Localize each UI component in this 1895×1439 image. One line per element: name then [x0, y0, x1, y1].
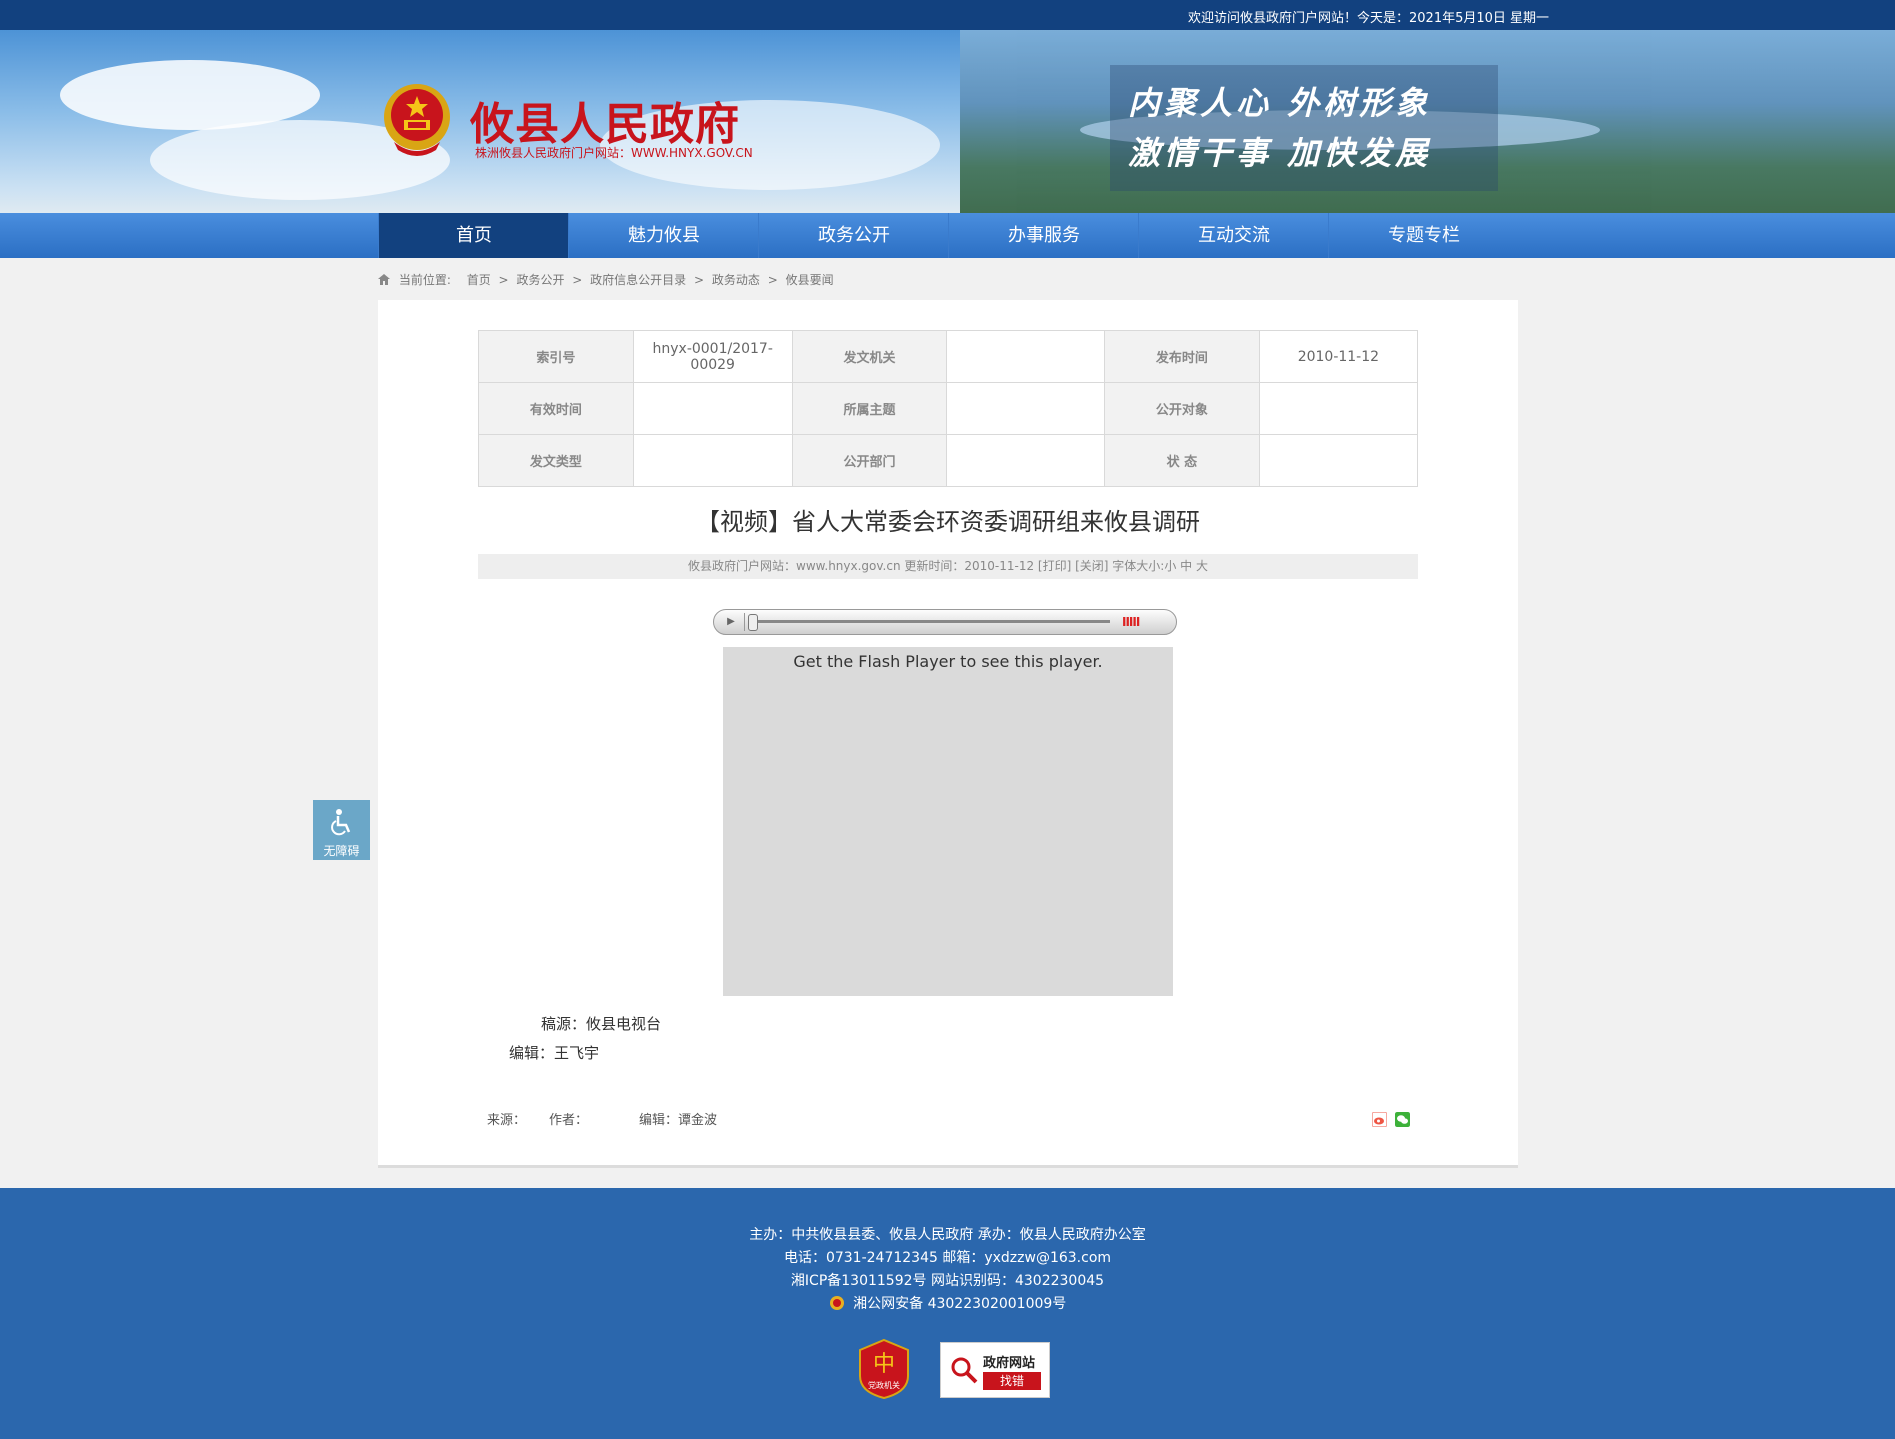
badge1-text: 党政机关 [868, 1380, 900, 1390]
footer-source: 来源： [487, 1113, 527, 1128]
meta-key: 状 态 [1103, 434, 1260, 487]
meta-key: 公开对象 [1103, 382, 1260, 435]
site-subtitle: 株洲攸县人民政府门户网站：WWW.HNYX.GOV.CN [475, 146, 753, 160]
meta-key: 索引号 [478, 330, 634, 383]
meta-key: 有效时间 [478, 382, 634, 435]
site-title: 攸县人民政府 [470, 99, 740, 150]
breadcrumb-county-news[interactable]: 攸县要闻 [786, 273, 834, 287]
table-row: 有效时间 所属主题 公开对象 [478, 382, 1419, 435]
badge2-line2: 找错 [983, 1372, 1041, 1390]
footer-police-record[interactable]: 湘公网安备 43022302001009号 [0, 1293, 1895, 1313]
footer-author: 作者： [549, 1113, 589, 1128]
nav-item-services[interactable]: 办事服务 [948, 213, 1139, 258]
table-row: 发文类型 公开部门 状 态 [478, 434, 1419, 487]
police-badge-icon [829, 1296, 844, 1310]
nav-item-home[interactable]: 首页 [378, 213, 569, 258]
seek-handle[interactable] [748, 614, 758, 631]
breadcrumb-news[interactable]: 政务动态 [712, 273, 760, 287]
meta-key: 公开部门 [791, 434, 948, 487]
nav-item-special[interactable]: 专题专栏 [1328, 213, 1519, 258]
breadcrumb-gov-affairs[interactable]: 政务公开 [516, 273, 564, 287]
article-panel: 索引号 hnyx-0001/2017-00029 发文机关 发布时间 2010-… [378, 300, 1518, 1168]
meta-value: hnyx-0001/2017-00029 [632, 330, 793, 383]
article-title: 【视频】省人大常委会环资委调研组来攸县调研 [696, 508, 1200, 536]
footer-contact: 电话：0731-24712345 邮箱：yxdzzw@163.com [783, 1250, 1112, 1266]
footer-sponsor: 主办：中共攸县县委、攸县人民政府 承办：攸县人民政府办公室 [749, 1227, 1146, 1243]
site-footer: 主办：中共攸县县委、攸县人民政府 承办：攸县人民政府办公室 电话：0731-24… [0, 1188, 1895, 1439]
breadcrumb-separator: > [767, 273, 778, 287]
footer-icp: 湘ICP备13011592号 网站识别码：4302230045 [790, 1273, 1105, 1289]
meta-key: 所属主题 [791, 382, 948, 435]
editor-line: 编辑：王飞宇 [509, 1044, 600, 1062]
welcome-text: 欢迎访问攸县政府门户网站！今天是：2021年5月10日 星期一 [1188, 11, 1550, 26]
wheelchair-icon [331, 809, 351, 836]
meta-value: 2010-11-12 [1258, 330, 1419, 383]
flash-message[interactable]: Get the Flash Player to see this player. [723, 652, 1173, 671]
gov-website-error-report-button[interactable]: 政府网站 找错 [940, 1342, 1050, 1398]
svg-text:中: 中 [873, 1352, 895, 1377]
magnifier-icon [951, 1357, 978, 1384]
meta-value [1258, 434, 1419, 487]
meta-table: 索引号 hnyx-0001/2017-00029 发文机关 发布时间 2010-… [478, 330, 1419, 487]
breadcrumb-prefix: 当前位置: [398, 273, 451, 287]
meta-value [946, 382, 1105, 435]
party-gov-badge-icon[interactable]: 中 党政机关 [858, 1338, 910, 1400]
source-line: 稿源：攸县电视台 [541, 1015, 662, 1033]
footer-editor: 编辑：谭金波 [639, 1113, 718, 1128]
meta-value [946, 434, 1105, 487]
accessibility-label: 无障碍 [323, 844, 360, 858]
nav-item-gov-affairs[interactable]: 政务公开 [758, 213, 949, 258]
nav-item-charm[interactable]: 魅力攸县 [568, 213, 759, 258]
top-bar: 欢迎访问攸县政府门户网站！今天是：2021年5月10日 星期一 [0, 0, 1895, 30]
breadcrumb-separator: > [572, 273, 583, 287]
breadcrumb-separator: > [694, 273, 705, 287]
nav-item-interaction[interactable]: 互动交流 [1138, 213, 1329, 258]
home-icon [378, 274, 390, 285]
police-record-text: 湘公网安备 43022302001009号 [853, 1296, 1067, 1312]
meta-key: 发文机关 [791, 330, 948, 383]
breadcrumb-home[interactable]: 首页 [467, 273, 491, 287]
main-nav: 首页 魅力攸县 政务公开 办事服务 互动交流 专题专栏 [0, 213, 1895, 258]
seek-track[interactable] [750, 620, 1110, 623]
play-icon[interactable]: ▶ [718, 613, 745, 631]
meta-key: 发文类型 [478, 434, 634, 487]
meta-value [632, 434, 793, 487]
article-info-bar: 攸县政府门户网站：www.hnyx.gov.cn 更新时间：2010-11-12… [478, 554, 1418, 579]
breadcrumb-catalog[interactable]: 政府信息公开目录 [590, 273, 686, 287]
header-banner: 内聚人心 外树形象 激情干事 加快发展 攸县人民政府 株洲攸县人民政府门户网站：… [0, 30, 1895, 213]
slogan-line-2: 激情干事 加快发展 [1128, 134, 1432, 172]
meta-value [946, 330, 1105, 383]
meta-value [632, 382, 793, 435]
video-player-controls[interactable]: ▶ IIIII [713, 609, 1177, 635]
national-emblem-icon [384, 84, 450, 156]
wechat-share-icon[interactable] [1395, 1112, 1410, 1127]
meta-key: 发布时间 [1103, 330, 1260, 383]
slogan-line-1: 内聚人心 外树形象 [1128, 84, 1432, 122]
badge2-line1: 政府网站 [983, 1356, 1036, 1371]
breadcrumb-separator: > [498, 273, 509, 287]
accessibility-button[interactable]: 无障碍 [313, 800, 370, 860]
volume-icon[interactable]: IIIII [1122, 615, 1140, 629]
flash-player-placeholder[interactable]: Get the Flash Player to see this player. [723, 647, 1173, 996]
breadcrumb: 当前位置: 首页 > 政务公开 > 政府信息公开目录 > 政务动态 > 攸县要闻 [378, 271, 834, 288]
table-row: 索引号 hnyx-0001/2017-00029 发文机关 发布时间 2010-… [478, 330, 1419, 383]
weibo-share-icon[interactable] [1372, 1112, 1387, 1127]
meta-value [1258, 382, 1419, 435]
